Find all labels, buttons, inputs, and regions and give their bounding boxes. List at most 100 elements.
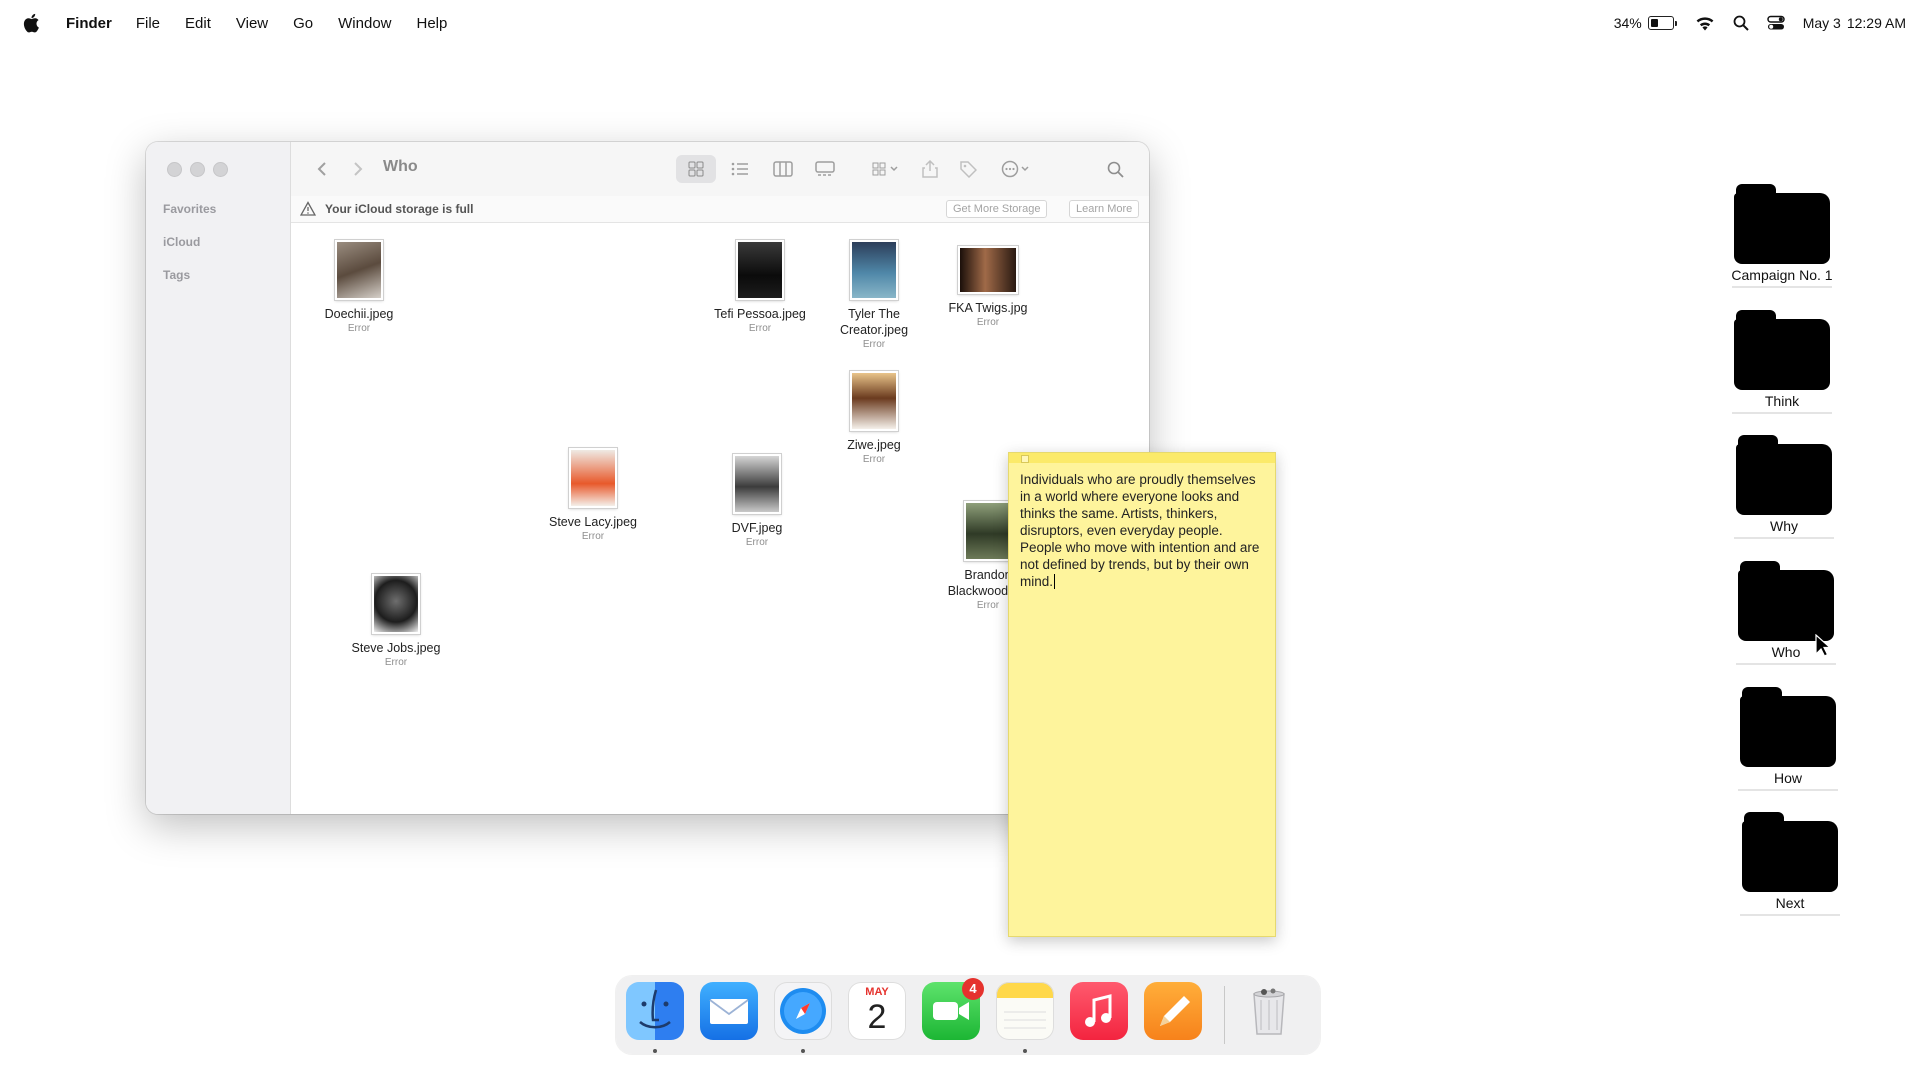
file-item[interactable]: Steve Jobs.jpeg Error: [336, 574, 456, 668]
dock-mail[interactable]: [700, 982, 758, 1040]
get-more-storage-button[interactable]: Get More Storage: [946, 200, 1048, 218]
sticky-title-bar[interactable]: [1009, 453, 1275, 463]
mail-icon: [709, 999, 749, 1024]
folder-label: How: [1773, 770, 1802, 786]
calendar-month: MAY: [865, 986, 889, 998]
file-status: Error: [581, 531, 605, 542]
learn-more-button[interactable]: Learn More: [1069, 200, 1140, 218]
menu-time[interactable]: 12:29 AM: [1847, 15, 1906, 31]
file-thumbnail: [372, 574, 420, 634]
banner-text: Your iCloud storage is full: [325, 202, 474, 216]
column-view-button[interactable]: [766, 158, 800, 180]
desktop-folder-campaign[interactable]: Campaign No. 1: [1722, 184, 1842, 288]
finder-window: Favorites iCloud Tags Who Your iCloud st…: [146, 142, 1149, 814]
window-title: Who: [383, 158, 418, 175]
file-name: FKA Twigs.jpg: [948, 301, 1028, 315]
sticky-note-text[interactable]: Individuals who are proudly themselves i…: [1009, 463, 1275, 598]
sticky-note[interactable]: Individuals who are proudly themselves i…: [1008, 452, 1276, 937]
file-thumbnail: [733, 454, 781, 514]
menu-app-finder[interactable]: Finder: [66, 15, 112, 32]
file-thumbnail: [958, 246, 1018, 294]
mouse-cursor-icon: [1815, 634, 1831, 657]
folder-icon: [1736, 435, 1832, 515]
file-status: Error: [347, 323, 371, 334]
dock-finder[interactable]: [626, 982, 684, 1053]
sidebar-section-tags[interactable]: Tags: [163, 268, 190, 282]
gallery-view-button[interactable]: [808, 158, 842, 180]
file-name: DVF.jpeg: [731, 521, 783, 535]
search-icon: [1107, 161, 1124, 178]
forward-button[interactable]: [348, 158, 368, 180]
menu-bar: Finder File Edit View Go Window Help 34%…: [0, 0, 1920, 46]
folder-icon: [1734, 310, 1830, 390]
desktop-folder-why[interactable]: Why: [1724, 435, 1844, 539]
finder-toolbar: Who: [291, 142, 1149, 197]
tag-icon: [960, 161, 977, 178]
control-center-icon[interactable]: [1766, 15, 1785, 31]
dock-facetime[interactable]: 4: [922, 978, 984, 1040]
dock-trash[interactable]: [1240, 982, 1298, 1040]
sticky-close-button[interactable]: [1021, 455, 1029, 463]
menu-date[interactable]: May 3: [1803, 15, 1841, 31]
battery-icon: [1647, 16, 1674, 30]
menu-view[interactable]: View: [236, 15, 268, 32]
action-button[interactable]: [996, 158, 1036, 180]
wifi-icon[interactable]: [1695, 16, 1715, 31]
dock-calendar[interactable]: MAY 2: [848, 982, 906, 1040]
file-thumbnail: [850, 240, 898, 300]
window-controls: [167, 162, 236, 177]
dock-music[interactable]: [1070, 982, 1128, 1040]
file-thumbnail: [850, 371, 898, 431]
file-thumbnail: [569, 448, 617, 508]
file-thumbnail: [964, 501, 1012, 561]
spotlight-icon[interactable]: [1733, 15, 1749, 31]
file-status: Error: [862, 454, 886, 465]
menu-file[interactable]: File: [136, 15, 160, 32]
file-item[interactable]: DVF.jpeg Error: [697, 454, 817, 548]
back-button[interactable]: [312, 158, 332, 180]
folder-icon: [1740, 687, 1836, 767]
file-item[interactable]: Tyler The Creator.jpeg Error: [814, 240, 934, 350]
apple-icon[interactable]: [22, 12, 42, 34]
calendar-day: 2: [867, 998, 887, 1036]
list-view-button[interactable]: [723, 158, 757, 180]
file-item[interactable]: Doechii.jpeg Error: [299, 240, 419, 334]
file-item[interactable]: Steve Lacy.jpeg Error: [533, 448, 653, 542]
icon-view-button[interactable]: [676, 155, 716, 183]
group-icon: [872, 162, 898, 176]
sidebar-section-favorites[interactable]: Favorites: [163, 202, 216, 216]
menu-go[interactable]: Go: [293, 15, 313, 32]
tag-button[interactable]: [956, 158, 980, 180]
sidebar-section-icloud[interactable]: iCloud: [163, 235, 200, 249]
share-button[interactable]: [918, 158, 942, 180]
menu-window[interactable]: Window: [338, 15, 391, 32]
file-status: Error: [748, 323, 772, 334]
list-icon: [731, 162, 748, 176]
battery-status[interactable]: 34%: [1614, 15, 1677, 31]
file-status: Error: [384, 657, 408, 668]
folder-label: Campaign No. 1: [1731, 267, 1833, 283]
dock-pages[interactable]: [1144, 982, 1202, 1040]
desktop-folder-how[interactable]: How: [1728, 687, 1848, 791]
dock-notes[interactable]: [996, 982, 1054, 1053]
menu-edit[interactable]: Edit: [185, 15, 211, 32]
file-item[interactable]: FKA Twigs.jpg Error: [928, 240, 1048, 328]
search-button[interactable]: [1103, 158, 1127, 180]
ellipsis-circle-icon: [1001, 160, 1029, 178]
desktop-folder-think[interactable]: Think: [1722, 310, 1842, 414]
file-item[interactable]: Ziwe.jpeg Error: [814, 371, 934, 465]
dock-separator: [1224, 986, 1225, 1044]
group-by-button[interactable]: [866, 158, 906, 180]
finder-sidebar: Favorites iCloud Tags: [146, 142, 291, 814]
desktop-folder-next[interactable]: Next: [1730, 812, 1850, 916]
dock-safari[interactable]: [774, 982, 832, 1053]
zoom-button[interactable]: [213, 162, 228, 177]
file-name: Tyler The Creator.jpeg: [839, 307, 909, 337]
menu-help[interactable]: Help: [417, 15, 448, 32]
file-item[interactable]: Tefi Pessoa.jpeg Error: [700, 240, 820, 334]
folder-icon: [1734, 184, 1830, 264]
file-name: Tefi Pessoa.jpeg: [714, 307, 806, 321]
file-status: Error: [862, 339, 886, 350]
minimize-button[interactable]: [190, 162, 205, 177]
close-button[interactable]: [167, 162, 182, 177]
